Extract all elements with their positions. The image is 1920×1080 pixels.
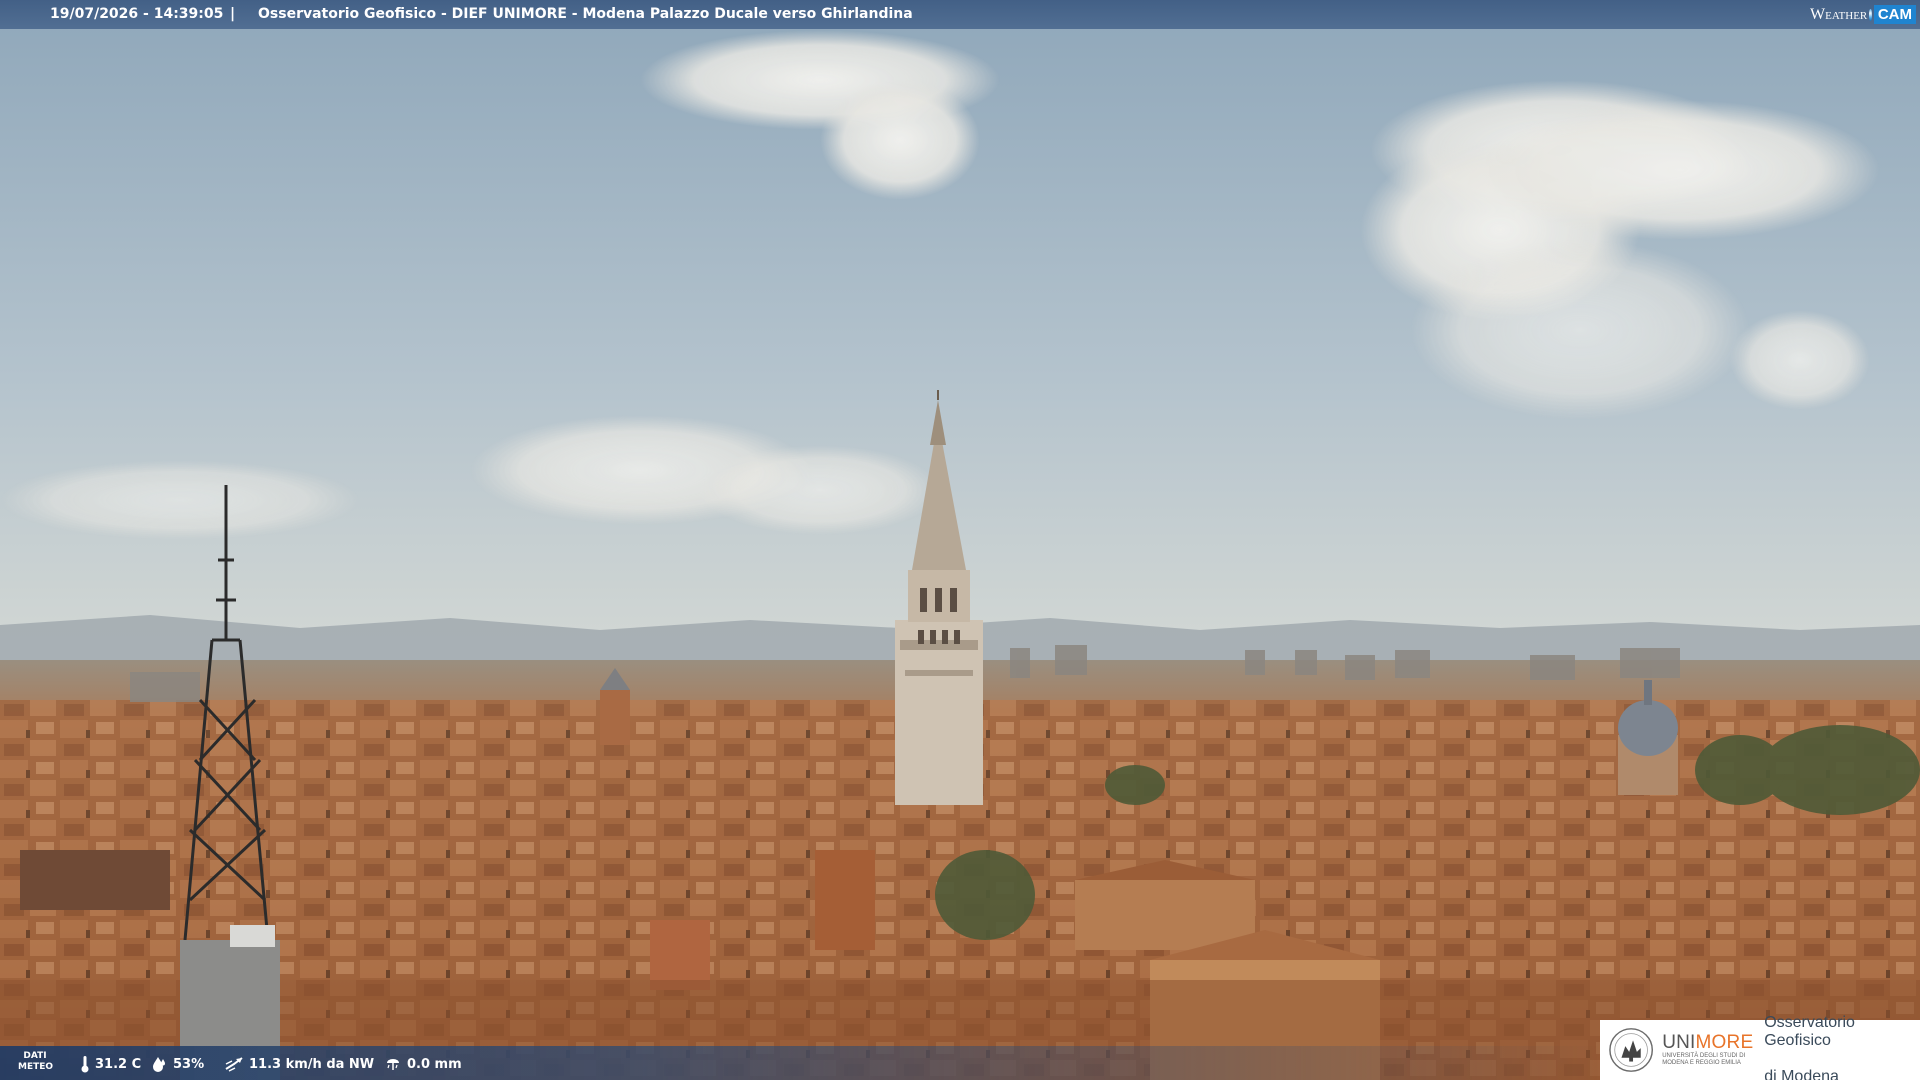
temperature-value: 31.2 C — [95, 1056, 142, 1072]
timestamp: 19/07/2026 - 14:39:05 — [50, 6, 224, 22]
info-bar: 19/07/2026 - 14:39:05 | Osservatorio Geo… — [0, 0, 1920, 29]
wind-value: 11.3 km/h da NW — [249, 1056, 375, 1072]
unimore-subtitle-2: MODENA E REGGIO EMILIA — [1662, 1060, 1741, 1066]
rain-gauge-icon — [387, 1059, 399, 1070]
webcam-image — [0, 0, 1920, 1080]
university-seal-icon — [1609, 1028, 1653, 1072]
separator: | — [230, 6, 236, 22]
wind-reading: 11.3 km/h da NW — [224, 1055, 374, 1073]
unimore-uni: UNI — [1662, 1032, 1696, 1053]
brand-cam: CAM — [1873, 5, 1916, 24]
unimore-more: MORE — [1695, 1032, 1754, 1053]
webcam-frame: 19/07/2026 - 14:39:05 | Osservatorio Geo… — [0, 0, 1920, 1080]
wind-icon — [225, 1057, 243, 1072]
observatory-line-1: Osservatorio Geofisico — [1764, 1014, 1855, 1049]
observatory-line-2: di Modena — [1764, 1068, 1839, 1080]
weather-data-label: DATI METEO — [18, 1051, 54, 1072]
observatory-name: Osservatorio Geofisico di Modena — [1764, 996, 1920, 1080]
humidity-reading: 53% — [152, 1055, 204, 1073]
humidity-drop-icon — [153, 1057, 165, 1072]
thermometer-icon — [81, 1056, 89, 1073]
humidity-value: 53% — [173, 1056, 205, 1072]
temperature-reading: 31.2 C — [80, 1055, 141, 1073]
unimore-observatory-logo: UNIMORE UNIVERSITÀ DEGLI STUDI DI MODENA… — [1600, 1014, 1920, 1080]
globe-icon — [1869, 8, 1872, 21]
weathercam-logo: Weather CAM — [1810, 0, 1920, 29]
brand-weather: Weather — [1810, 5, 1868, 23]
camera-title: Osservatorio Geofisico - DIEF UNIMORE - … — [258, 6, 913, 22]
rain-value: 0.0 mm — [407, 1056, 462, 1072]
weather-data-bar: DATI METEO 31.2 C 53% 11.3 km/h da NW 0.… — [0, 1046, 1600, 1080]
rain-reading: 0.0 mm — [384, 1055, 462, 1073]
unimore-subtitle-1: UNIVERSITÀ DEGLI STUDI DI — [1662, 1053, 1746, 1059]
unimore-wordmark: UNIMORE UNIVERSITÀ DEGLI STUDI DI MODENA… — [1662, 1032, 1754, 1067]
